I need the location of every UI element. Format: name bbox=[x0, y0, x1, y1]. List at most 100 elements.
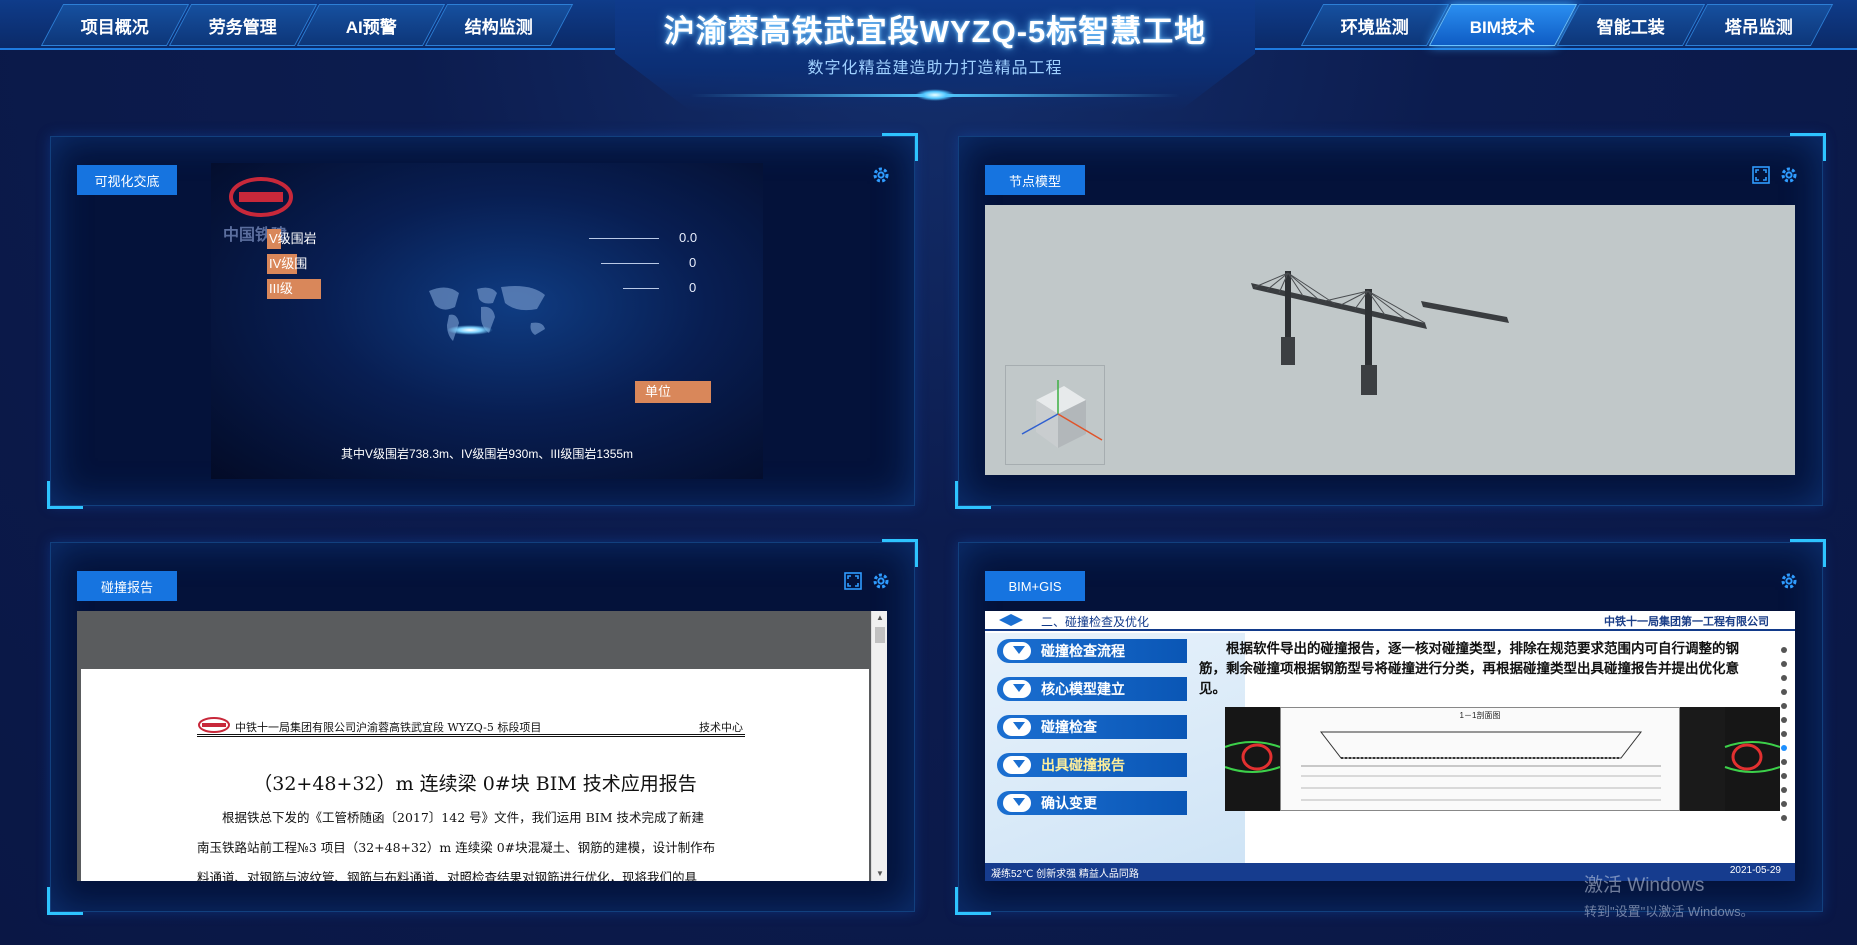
slide-step-label: 确认变更 bbox=[1041, 795, 1097, 811]
slide-header: 二、碰撞检查及优化 中铁十一局集团第一工程有限公司 bbox=[985, 611, 1795, 631]
watermark-line: 激活 Windows bbox=[1584, 875, 1705, 896]
slide-step-label: 出具碰撞报告 bbox=[1041, 757, 1125, 773]
world-map-icon bbox=[429, 286, 545, 341]
fullscreen-icon[interactable] bbox=[843, 571, 863, 591]
rock-grade-name: V级围岩 bbox=[269, 231, 317, 246]
nav-tab-project-overview[interactable]: 项目概况 bbox=[40, 4, 190, 46]
nav-tab-label: 塔吊监测 bbox=[1725, 17, 1793, 37]
panel-corner bbox=[1790, 133, 1826, 161]
nav-tab-structure-monitoring[interactable]: 结构监测 bbox=[424, 4, 574, 46]
slide-section-title: 二、碰撞检查及优化 bbox=[1041, 615, 1150, 629]
rock-grade-name: IV级围 bbox=[269, 256, 308, 271]
document-paragraph: 料通道、对钢筋与波纹管、钢筋与布料通道、对照检查结果对钢筋进行优化，现将我们的具 bbox=[197, 870, 698, 881]
slide-step: 确认变更 bbox=[997, 791, 1187, 815]
slide-company: 中铁十一局集团第一工程有限公司 bbox=[1604, 616, 1769, 628]
crcc-logo-icon bbox=[229, 177, 293, 217]
step-bullet-icon bbox=[1003, 642, 1031, 660]
panel-bim-gis: BIM+GIS 二、碰撞检查及优化 中铁十一局集团第一工程有限公司 碰撞检查流程… bbox=[955, 539, 1826, 915]
bim-model-viewport[interactable] bbox=[985, 205, 1795, 475]
rock-grade-row: III级 bbox=[267, 279, 321, 299]
title-glow bbox=[915, 89, 955, 101]
document-viewer[interactable]: 中铁十一局集团有限公司沪渝蓉高铁武宜段 WYZQ-5 标段项目 技术中心 （32… bbox=[77, 611, 887, 881]
rock-grade-row: V级围岩 bbox=[267, 229, 317, 249]
scroll-up-icon[interactable]: ▲ bbox=[872, 611, 887, 625]
scroll-thumb[interactable] bbox=[875, 627, 885, 643]
slide-step: 碰撞检查 bbox=[997, 715, 1187, 739]
drawing-title: 1－1剖面图 bbox=[1459, 711, 1501, 720]
panel-title: 碰撞报告 bbox=[77, 571, 177, 601]
panel-visual-briefing: 可视化交底 中国铁建 V级围岩 IV级围 III级 0.0 0 0 单位 其中V… bbox=[47, 133, 918, 509]
slide-step-label: 碰撞检查 bbox=[1041, 719, 1097, 735]
document-paragraph: 南玉铁路站前工程№3 项目（32+48+32）m 连续梁 0#块混凝土、钢筋的建… bbox=[197, 840, 716, 855]
nav-tab-label: BIM技术 bbox=[1470, 17, 1536, 37]
gear-icon[interactable] bbox=[871, 165, 891, 185]
nav-tab-smart-tooling[interactable]: 智能工装 bbox=[1556, 4, 1706, 46]
crcc-logo-icon bbox=[198, 717, 230, 733]
scroll-down-icon[interactable]: ▼ bbox=[872, 867, 887, 881]
slide-step: 出具碰撞报告 bbox=[997, 753, 1187, 777]
view-cube-widget[interactable] bbox=[1005, 365, 1105, 465]
panel-corner bbox=[955, 887, 991, 915]
panel-corner bbox=[955, 481, 991, 509]
fullscreen-icon[interactable] bbox=[1751, 165, 1771, 185]
rock-grade-line bbox=[601, 263, 659, 264]
step-bullet-icon bbox=[1003, 794, 1031, 812]
document-paragraph: 根据铁总下发的《工管桥随函〔2017〕142 号》文件，我们运用 BIM 技术完… bbox=[222, 810, 705, 825]
nav-tab-environment-monitoring[interactable]: 环境监测 bbox=[1300, 4, 1450, 46]
document-scrollbar[interactable]: ▲ ▼ bbox=[871, 611, 887, 881]
rock-grade-value: 0 bbox=[689, 255, 697, 270]
nav-tab-label: AI预警 bbox=[345, 17, 397, 37]
panel-corner bbox=[882, 539, 918, 567]
panel-clash-report: 碰撞报告 中铁十一局集团有限公司沪渝蓉高铁武宜段 WYZQ-5 标段项目 技术中… bbox=[47, 539, 918, 915]
slide-pagination[interactable] bbox=[1781, 647, 1789, 829]
gear-icon[interactable] bbox=[1779, 571, 1799, 591]
panel-title: 节点模型 bbox=[985, 165, 1085, 195]
document-page: 中铁十一局集团有限公司沪渝蓉高铁武宜段 WYZQ-5 标段项目 技术中心 （32… bbox=[81, 669, 869, 881]
panel-title: 可视化交底 bbox=[77, 165, 177, 195]
watermark-line: 转到"设置"以激活 Windows。 bbox=[1584, 904, 1754, 919]
gear-icon[interactable] bbox=[1779, 165, 1799, 185]
rock-grade-row: IV级围 bbox=[267, 254, 307, 274]
windows-activation-watermark: 激活 Windows 转到"设置"以激活 Windows。 bbox=[1584, 870, 1754, 920]
rock-grade-value: 0 bbox=[689, 280, 697, 295]
document-department: 技术中心 bbox=[699, 721, 743, 734]
step-bullet-icon bbox=[1003, 756, 1031, 774]
nav-tab-label: 项目概况 bbox=[81, 17, 149, 37]
section-drawing-icon bbox=[1301, 731, 1661, 801]
presentation-slide[interactable]: 二、碰撞检查及优化 中铁十一局集团第一工程有限公司 碰撞检查流程 核心模型建立 … bbox=[985, 611, 1795, 881]
step-bullet-icon bbox=[1003, 718, 1031, 736]
nav-tab-label: 结构监测 bbox=[465, 17, 533, 37]
step-bullet-icon bbox=[1003, 680, 1031, 698]
diamond-logo-icon bbox=[999, 614, 1023, 626]
gear-icon[interactable] bbox=[871, 571, 891, 591]
rock-summary-caption: 其中V级围岩738.3m、IV级围岩930m、III级围岩1355m bbox=[340, 447, 634, 461]
slide-step: 碰撞检查流程 bbox=[997, 639, 1187, 663]
panel-corner bbox=[47, 887, 83, 915]
page-title: 沪渝蓉高铁武宜段WYZQ-5标智慧工地 bbox=[663, 14, 1207, 49]
panel-title: BIM+GIS bbox=[985, 571, 1085, 601]
nav-tab-bim-technology[interactable]: BIM技术 bbox=[1428, 4, 1578, 46]
rock-grade-name: III级 bbox=[269, 281, 293, 296]
rock-grade-line bbox=[623, 288, 659, 289]
slide-step: 核心模型建立 bbox=[997, 677, 1187, 701]
page-subtitle: 数字化精益建造助力打造精品工程 bbox=[807, 60, 1063, 77]
panel-corner bbox=[47, 481, 83, 509]
header: 项目概况 劳务管理 AI预警 结构监测 沪渝蓉高铁武宜段WYZQ-5标智慧工地 … bbox=[0, 0, 1857, 112]
rock-grade-line bbox=[589, 238, 659, 239]
slide-footer-slogan: 凝练52℃ 创新求强 精益人品同路 bbox=[991, 869, 1139, 880]
nav-tab-labor-management[interactable]: 劳务管理 bbox=[168, 4, 318, 46]
panel-node-model: 节点模型 bbox=[955, 133, 1826, 509]
view-cube-icon bbox=[1021, 380, 1103, 448]
document-title: （32+48+32）m 连续梁 0#块 BIM 技术应用报告 bbox=[253, 773, 697, 795]
slide-step-label: 碰撞检查流程 bbox=[1041, 643, 1125, 659]
panel-corner bbox=[882, 133, 918, 161]
unit-button[interactable]: 单位 bbox=[635, 381, 711, 403]
light-flare bbox=[447, 325, 493, 335]
nav-tab-tower-crane-monitoring[interactable]: 塔吊监测 bbox=[1684, 4, 1834, 46]
slide-body-text: 根据软件导出的碰撞报告，逐一核对碰撞类型，排除在规范要求范围内可自行调整的钢筋，… bbox=[1199, 641, 1739, 696]
nav-tab-ai-warning[interactable]: AI预警 bbox=[296, 4, 446, 46]
rock-grade-value: 0.0 bbox=[679, 230, 698, 245]
document-header: 中铁十一局集团有限公司沪渝蓉高铁武宜段 WYZQ-5 标段项目 技术中心 bbox=[197, 713, 745, 737]
visualization-canvas: 中国铁建 V级围岩 IV级围 III级 0.0 0 0 单位 其中V级围岩738… bbox=[211, 163, 763, 479]
document-company: 中铁十一局集团有限公司沪渝蓉高铁武宜段 WYZQ-5 标段项目 bbox=[235, 721, 542, 734]
